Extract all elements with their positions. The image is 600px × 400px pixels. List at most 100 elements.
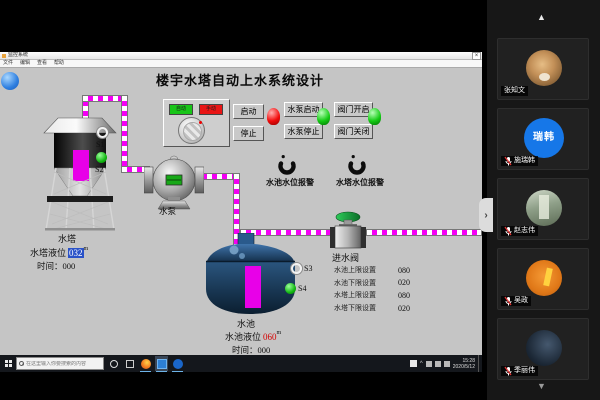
scroll-down-icon[interactable]: ▼	[537, 381, 546, 391]
scroll-up-icon[interactable]: ▲	[537, 12, 546, 22]
participant-name-chip: 吴政	[501, 296, 531, 306]
participant-name: 施瑞韩	[514, 156, 535, 166]
participant-name: 张知文	[504, 86, 525, 96]
ime-tray-icon[interactable]	[410, 360, 417, 367]
battery-tray-icon[interactable]	[444, 361, 450, 367]
stop-button[interactable]: 停止	[233, 126, 264, 141]
participant-tile[interactable]: 季丽伟	[497, 318, 589, 380]
limit-settings: 水池上限设置 080 水池下限设置 020 水塔上限设置 080 水塔下限设置 …	[334, 264, 410, 314]
setting-row-pool-lower: 水池下限设置 020	[334, 277, 410, 290]
scada-app-icon	[157, 359, 167, 369]
cortana-button[interactable]	[107, 356, 120, 371]
pool-level-label: 水池液位	[225, 332, 261, 342]
sensor-s1-indicator	[97, 127, 108, 138]
valve-close-button[interactable]: 阀门关闭	[334, 124, 373, 139]
setting-value[interactable]: 080	[398, 266, 410, 275]
taskbar-search[interactable]	[16, 357, 104, 370]
sensor-s1-label: S1	[96, 140, 104, 149]
participant-tile[interactable]: 吴政	[497, 248, 589, 310]
water-pool-graphic	[205, 233, 297, 317]
tower-level-label: 水塔液位	[30, 248, 66, 258]
menu-item-file[interactable]: 文件	[3, 61, 13, 66]
inlet-valve-graphic	[327, 209, 369, 249]
network-tray-icon[interactable]	[435, 361, 441, 367]
water-pump-graphic	[144, 150, 204, 210]
tower-level-readout: 水塔液位032m	[30, 246, 88, 259]
pump-stop-button[interactable]: 水泵停止	[284, 124, 323, 139]
avatar	[526, 190, 562, 226]
menu-item-edit[interactable]: 编辑	[20, 61, 30, 66]
manual-mode-lamp: 手动	[199, 104, 223, 115]
cortana-icon	[110, 360, 118, 368]
setting-value[interactable]: 020	[398, 278, 410, 287]
tray-overflow-icon[interactable]: ^	[420, 361, 423, 367]
setting-value[interactable]: 020	[398, 304, 410, 313]
window-titlebar: 监控系统	[0, 52, 482, 60]
setting-row-pool-upper: 水池上限设置 080	[334, 264, 410, 277]
window-close-button[interactable]: ×	[472, 52, 481, 60]
avatar	[526, 330, 562, 366]
sensor-s3-label: S3	[304, 264, 312, 273]
avatar	[526, 260, 562, 296]
pool-label: 水池	[237, 317, 255, 330]
pump-label: 水泵	[159, 205, 176, 217]
setting-label: 水池下限设置	[334, 278, 376, 288]
mic-muted-icon	[504, 156, 512, 166]
task-view-button[interactable]	[123, 356, 136, 371]
participant-name-chip: 施瑞韩	[501, 156, 538, 166]
search-icon	[19, 361, 24, 366]
volume-tray-icon[interactable]	[426, 361, 432, 367]
auto-mode-lamp: 自动	[169, 104, 193, 115]
setting-label: 水塔上限设置	[334, 290, 376, 300]
pool-alarm-gauge-icon	[276, 154, 298, 176]
browser-taskbar-button[interactable]	[139, 356, 152, 371]
pipe-down-to-pump	[121, 95, 128, 172]
tower-level-unit: m	[84, 246, 89, 252]
menu-item-view[interactable]: 查看	[37, 61, 47, 66]
participant-name: 赵志伟	[514, 226, 535, 236]
tower-alarm-label: 水塔水位报警	[324, 177, 396, 188]
taskbar-clock[interactable]: 15:28 2020/5/12	[453, 358, 475, 370]
setting-value[interactable]: 080	[398, 291, 410, 300]
meeting-app-taskbar-button[interactable]	[171, 356, 184, 371]
sensor-s2-label: S2	[95, 165, 103, 174]
mic-muted-icon	[504, 226, 512, 236]
pool-level-value[interactable]: 060	[263, 332, 277, 342]
window-menubar: 文件 编辑 查看 帮助	[0, 60, 482, 68]
sidebar-collapse-handle[interactable]: ›	[479, 198, 493, 232]
taskbar: ^ 15:28 2020/5/12	[0, 355, 482, 372]
pool-level-unit: m	[277, 330, 282, 336]
tower-time-value: 000	[63, 261, 76, 271]
water-tower-graphic	[40, 110, 120, 232]
start-button[interactable]: 启动	[233, 104, 264, 119]
pool-time-label: 时间：	[232, 345, 258, 355]
window-favicon-icon	[2, 54, 6, 58]
participant-name-chip: 赵志伟	[501, 226, 538, 236]
task-view-icon	[126, 360, 134, 368]
participant-tile[interactable]: 张知文	[497, 38, 589, 100]
pool-level-readout: 水池液位060m	[225, 330, 281, 343]
pool-time-value: 000	[258, 345, 271, 355]
setting-row-tower-lower: 水塔下限设置 020	[334, 302, 410, 315]
setting-label: 水塔下限设置	[334, 303, 376, 313]
menu-item-help[interactable]: 帮助	[54, 61, 64, 66]
avatar	[526, 50, 562, 86]
search-input[interactable]	[26, 361, 101, 367]
screen: 监控系统 × 文件 编辑 查看 帮助 楼宇水塔自动上水系统设计	[0, 0, 600, 400]
sensor-s4-indicator	[285, 283, 296, 294]
participant-name-chip: 季丽伟	[501, 366, 538, 376]
start-menu-button[interactable]	[0, 355, 16, 372]
meeting-app-icon	[173, 359, 183, 369]
tower-level-value[interactable]: 032	[68, 248, 84, 258]
participant-tile[interactable]: 瑞韩 施瑞韩	[497, 108, 589, 170]
show-desktop-button[interactable]	[478, 355, 480, 372]
participant-tile[interactable]: 赵志伟	[497, 178, 589, 240]
annotation-ball-icon[interactable]	[1, 72, 19, 90]
mode-dial[interactable]	[178, 117, 205, 144]
sensor-s2-indicator	[96, 152, 107, 163]
tower-time-label: 时间：	[37, 261, 63, 271]
browser-icon	[141, 359, 151, 369]
participant-name: 吴政	[514, 296, 528, 306]
scada-app-taskbar-button[interactable]	[155, 356, 168, 371]
tower-alarm-gauge-icon	[346, 154, 368, 176]
